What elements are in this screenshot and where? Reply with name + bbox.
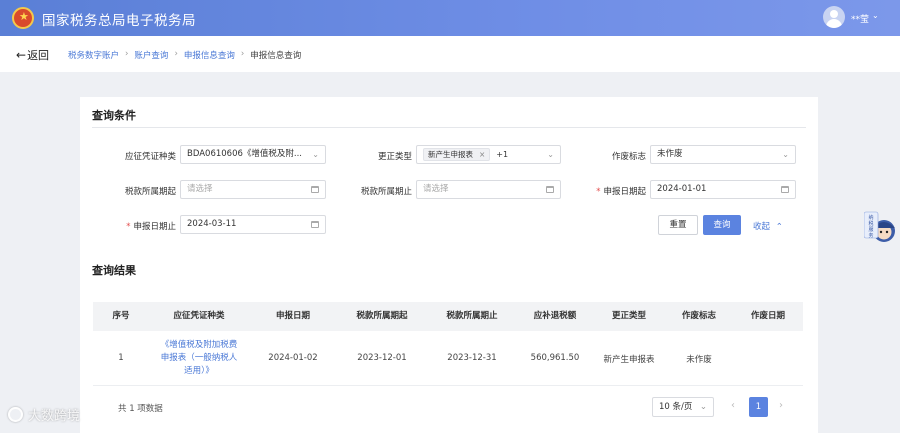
back-label: 返回 — [27, 49, 50, 62]
tax-period-start-placeholder: 请选择 — [187, 184, 213, 194]
divider — [92, 127, 806, 128]
user-avatar-icon[interactable] — [823, 6, 845, 28]
more-tags-count: +1 — [496, 150, 509, 159]
selected-tag-label: 新产生申报表 — [428, 150, 473, 159]
top-header: ★ 国家税务总局电子税务局 **莹 ⌄ — [0, 0, 900, 36]
calendar-icon — [781, 186, 789, 193]
chevron-down-icon: ⌄ — [782, 150, 789, 159]
correction-type-cell: 新产生申报表 — [603, 355, 655, 365]
tax-period-end-placeholder: 请选择 — [423, 184, 449, 194]
collapse-label: 收起 — [753, 222, 771, 232]
watermark-text: 大数跨境 — [28, 409, 81, 424]
main-card: 查询条件 应征凭证种类 BDA0610606《增值税及附... ⌄ 更正类型 新… — [80, 97, 818, 433]
row-index: 1 — [118, 353, 124, 363]
breadcrumb-current: 申报信息查询 — [250, 51, 302, 61]
period-end-cell: 2023-12-31 — [447, 353, 497, 363]
back-arrow-icon: ← — [16, 48, 27, 62]
declare-date-start-value: 2024-01-01 — [657, 184, 707, 194]
table-header: 序号 应征凭证种类 申报日期 税款所属期起 税款所属期止 应补退税额 更正类型 … — [93, 302, 803, 331]
watermark-logo-icon — [8, 407, 23, 422]
tax-period-start-picker[interactable]: 请选择 — [180, 180, 326, 199]
void-flag-cell: 未作废 — [686, 355, 712, 365]
page-size-value: 10 条/页 — [659, 402, 693, 412]
back-button[interactable]: ← 返回 — [16, 47, 49, 63]
tax-period-end-picker[interactable]: 请选择 — [416, 180, 561, 199]
column-header: 作废标志 — [681, 311, 716, 321]
column-header: 申报日期 — [275, 311, 310, 321]
breadcrumb-separator-icon: › — [240, 49, 245, 59]
voucher-type-line: 适用）》 — [184, 366, 214, 376]
breadcrumb-item[interactable]: 税务数字账户 — [68, 49, 119, 61]
next-page-icon[interactable]: › — [779, 400, 783, 411]
calendar-icon — [546, 186, 554, 193]
breadcrumb-item[interactable]: 账户查询 — [134, 49, 168, 61]
tax-period-start-label: 税款所属期起 — [124, 187, 176, 197]
tax-emblem-logo: ★ — [12, 7, 34, 29]
declare-date-end-label-text: 申报日期止 — [133, 222, 176, 232]
breadcrumb-item[interactable]: 申报信息查询 — [184, 49, 235, 61]
tag-close-icon[interactable]: × — [479, 150, 485, 159]
collapse-toggle[interactable]: 收起 ⌃ — [753, 220, 783, 232]
declare-date-start-label-text: 申报日期起 — [603, 187, 646, 197]
declare-date-end-value: 2024-03-11 — [187, 219, 237, 229]
column-header: 税款所属期起 — [356, 311, 408, 321]
tax-period-end-label: 税款所属期止 — [360, 187, 412, 197]
breadcrumb-bar: ← 返回 税务数字账户 › 账户查询 › 申报信息查询 › 申报信息查询 — [0, 36, 900, 72]
column-header: 序号 — [112, 311, 130, 321]
column-header: 作废日期 — [750, 311, 785, 321]
mascot-text: 纳 — [868, 214, 873, 221]
void-flag-select[interactable]: 未作废 ⌄ — [650, 145, 796, 164]
app-title: 国家税务总局电子税务局 — [42, 13, 196, 29]
chevron-up-icon: ⌃ — [775, 222, 783, 232]
row-divider — [93, 385, 803, 386]
void-flag-value: 未作废 — [657, 149, 683, 159]
column-header: 应补退税额 — [533, 311, 577, 321]
query-button[interactable]: 查询 — [703, 215, 741, 235]
mascot-text: 务 — [868, 232, 873, 239]
breadcrumb-separator-icon: › — [174, 49, 178, 59]
column-header: 应征凭证种类 — [173, 311, 225, 321]
voucher-type-select[interactable]: BDA0610606《增值税及附... ⌄ — [180, 145, 326, 164]
voucher-type-label: 应征凭证种类 — [124, 152, 176, 162]
breadcrumb: 税务数字账户 › 账户查询 › 申报信息查询 › 申报信息查询 — [68, 49, 301, 61]
user-name[interactable]: **莹 — [851, 12, 869, 25]
required-mark: * — [596, 187, 601, 197]
chevron-down-icon: ⌄ — [547, 150, 554, 159]
declare-date-cell: 2024-01-02 — [268, 353, 318, 363]
voucher-type-value: BDA0610606《增值税及附... — [187, 149, 303, 159]
selected-tag: 新产生申报表 × — [423, 148, 491, 161]
void-flag-label: 作废标志 — [611, 152, 646, 162]
period-start-cell: 2023-12-01 — [357, 353, 407, 363]
column-header: 更正类型 — [611, 311, 646, 321]
voucher-type-line: 申报表（一般纳税人 — [160, 353, 238, 363]
declare-date-start-label: * 申报日期起 — [570, 185, 646, 197]
calendar-icon — [311, 221, 319, 228]
mascot-text: 税 — [868, 220, 873, 227]
total-count: 共 1 项数据 — [118, 404, 163, 414]
watermark: 大数跨境 — [8, 405, 80, 424]
breadcrumb-separator-icon: › — [125, 49, 129, 59]
correction-type-label: 更正类型 — [377, 152, 412, 162]
query-section-title: 查询条件 — [92, 109, 136, 122]
calendar-icon — [311, 186, 319, 193]
required-mark: * — [126, 222, 131, 232]
user-menu-chevron-icon[interactable]: ⌄ — [872, 11, 879, 20]
service-mascot-icon[interactable]: 纳 税 服 务 — [864, 204, 898, 244]
reset-button[interactable]: 重置 — [658, 215, 698, 235]
declare-date-end-picker[interactable]: 2024-03-11 — [180, 215, 326, 234]
voucher-type-line: 《增值税及附加税费 — [160, 340, 238, 350]
page-number-current[interactable]: 1 — [749, 397, 768, 417]
correction-type-select[interactable]: 新产生申报表 × +1 ⌄ — [416, 145, 561, 164]
chevron-down-icon: ⌄ — [312, 150, 319, 159]
chevron-down-icon: ⌄ — [699, 402, 707, 412]
declare-date-start-picker[interactable]: 2024-01-01 — [650, 180, 796, 199]
column-header: 税款所属期止 — [446, 311, 498, 321]
voucher-type-link[interactable]: 《增值税及附加税费 申报表（一般纳税人 适用）》 — [149, 339, 249, 378]
amount-cell: 560,961.50 — [530, 353, 580, 363]
declare-date-end-label: * 申报日期止 — [100, 220, 176, 232]
results-section-title: 查询结果 — [92, 264, 136, 277]
prev-page-icon[interactable]: ‹ — [731, 400, 735, 411]
page-size-select[interactable]: 10 条/页 ⌄ — [652, 397, 714, 417]
